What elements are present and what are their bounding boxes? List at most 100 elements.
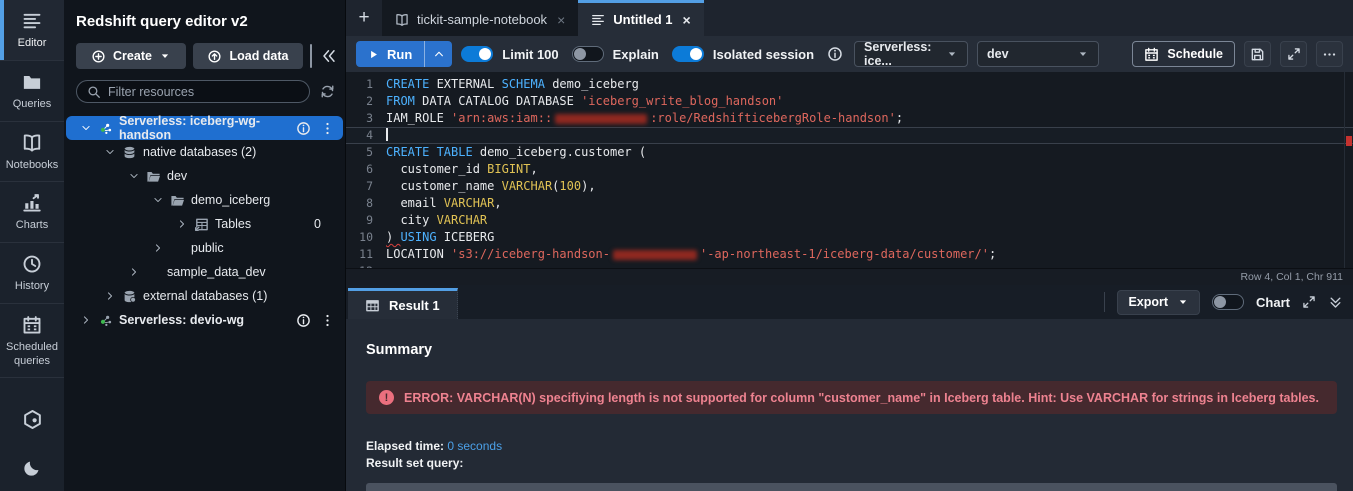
tree-row-serverless-devio-wg[interactable]: Serverless: devio-wg [66, 308, 343, 332]
tree-row-demo-iceberg[interactable]: demo_iceberg [66, 188, 343, 212]
tree-row-dev[interactable]: dev [66, 164, 343, 188]
database-select[interactable]: dev [977, 41, 1100, 67]
chevron-down-icon[interactable] [152, 195, 164, 205]
tree-row-native-databases-2-[interactable]: native databases (2) [66, 140, 343, 164]
chevron-right-icon[interactable] [152, 243, 164, 253]
code-text: IAM_ROLE 'arn:aws:iam:::role/Redshiftice… [386, 111, 904, 125]
resource-sidebar: Redshift query editor v2 Create Load dat… [64, 0, 345, 491]
close-icon[interactable]: × [682, 12, 690, 28]
tables-icon [194, 217, 209, 232]
tree-row-public[interactable]: public [66, 236, 343, 260]
editor-statusbar: Row 4, Col 1, Chr 911 [346, 268, 1353, 285]
tree-row-label: Serverless: iceberg-wg-handson [119, 114, 261, 142]
chevron-right-icon[interactable] [128, 267, 140, 277]
info-icon[interactable] [827, 46, 843, 62]
limit-toggle[interactable] [461, 46, 494, 62]
line-number: 5 [366, 145, 373, 159]
text-cursor [386, 128, 388, 141]
info-icon[interactable] [296, 121, 311, 136]
rail-item-queries[interactable]: Queries [0, 61, 64, 122]
divider [310, 44, 312, 68]
code-text: email VARCHAR, [386, 196, 502, 210]
rail-item-history[interactable]: History [0, 243, 64, 304]
tree-row-label: external databases (1) [143, 289, 268, 303]
info-icon[interactable] [296, 313, 311, 328]
close-icon[interactable]: × [557, 12, 565, 28]
elapsed-time-link[interactable]: 0 seconds [447, 439, 502, 453]
rail-item-label: Editor [17, 37, 47, 49]
hexagon-settings-icon[interactable] [22, 409, 43, 430]
chevron-down-icon[interactable] [104, 147, 116, 157]
save-button[interactable] [1244, 41, 1271, 67]
schedule-button[interactable]: Schedule [1132, 41, 1235, 67]
chevron-right-icon[interactable] [104, 291, 116, 301]
chevron-down-icon[interactable] [128, 171, 140, 181]
export-button-label: Export [1128, 295, 1169, 309]
fullscreen-button[interactable] [1280, 41, 1307, 67]
isolated-session-toggle[interactable] [671, 46, 704, 62]
result-tab[interactable]: Result 1 [348, 288, 458, 319]
calendar-icon [22, 315, 42, 335]
workgroup-select-value: Serverless: ice... [864, 40, 932, 68]
line-number: 2 [366, 94, 373, 108]
rail-item-charts[interactable]: Charts [0, 182, 64, 243]
rail-item-label: Notebooks [5, 158, 59, 171]
code-text: FROM DATA CATALOG DATABASE 'iceberg_writ… [386, 94, 784, 108]
tree-row-sample-data-dev[interactable]: sample_data_dev [66, 260, 343, 284]
code-line-10: 10) USING ICEBERG [346, 229, 1353, 246]
chevron-down-icon[interactable] [80, 123, 92, 133]
create-button[interactable]: Create [76, 43, 186, 69]
plus-circle-icon [91, 49, 106, 64]
chevron-right-icon[interactable] [80, 315, 92, 325]
rail-item-notebooks[interactable]: Notebooks [0, 122, 64, 183]
load-data-button[interactable]: Load data [193, 43, 303, 69]
error-message: ERROR: VARCHAR(N) specifiying length is … [404, 390, 1319, 405]
save-icon [1250, 47, 1265, 62]
tab-untitled-1[interactable]: Untitled 1 × [578, 0, 704, 36]
folder-open-icon [146, 169, 161, 184]
kebab-icon[interactable] [320, 313, 335, 328]
workgroup-select[interactable]: Serverless: ice... [854, 40, 969, 68]
result-set-query-row: Result set query: [366, 456, 1337, 470]
align-left-icon [591, 13, 605, 27]
new-tab-button[interactable]: + [346, 0, 382, 36]
folder-icon [170, 241, 185, 256]
divider [1104, 292, 1106, 312]
search-input[interactable] [108, 84, 299, 99]
tree-row-label: demo_iceberg [191, 193, 271, 207]
chart-toggle[interactable] [1212, 294, 1245, 310]
line-number: 1 [366, 77, 373, 91]
explain-toggle-label: Explain [612, 46, 659, 62]
run-button[interactable]: Run [356, 41, 453, 67]
rail-item-scheduled-queries[interactable]: Scheduled queries [0, 304, 64, 379]
tree-row-serverless-iceberg-wg-handson[interactable]: Serverless: iceberg-wg-handson [66, 114, 343, 142]
tab-tickit-sample-notebook[interactable]: tickit-sample-notebook × [382, 0, 579, 36]
caret-down-icon [1077, 48, 1089, 60]
rail-item-editor[interactable]: Editor [0, 0, 64, 61]
collapse-results-icon[interactable] [1328, 295, 1343, 310]
chevron-right-icon[interactable] [176, 219, 188, 229]
filter-resources-input[interactable] [76, 80, 310, 103]
result-set-query-scrollbar[interactable] [366, 483, 1337, 491]
error-banner: ! ERROR: VARCHAR(N) specifiying length i… [366, 381, 1337, 414]
tree-row-external-databases-1-[interactable]: external databases (1) [66, 284, 343, 308]
line-number: 4 [366, 128, 373, 142]
collapse-sidebar-icon[interactable] [319, 46, 339, 66]
elapsed-time-row: Elapsed time: 0 seconds [366, 439, 1337, 453]
line-number: 9 [366, 213, 373, 227]
export-button[interactable]: Export [1117, 289, 1201, 315]
refresh-icon[interactable] [318, 82, 337, 101]
results-header: Result 1 Export Chart [346, 285, 1353, 319]
tree-row-tables[interactable]: Tables 0 [66, 212, 343, 236]
moon-icon[interactable] [23, 458, 42, 477]
kebab-icon[interactable] [320, 121, 335, 136]
more-actions-button[interactable] [1316, 41, 1343, 67]
expand-results-icon[interactable] [1302, 295, 1316, 309]
result-set-query-label: Result set query: [366, 456, 464, 470]
limit-toggle-label: Limit 100 [502, 46, 559, 62]
database-select-value: dev [987, 47, 1009, 61]
explain-toggle[interactable] [571, 46, 604, 62]
sql-editor[interactable]: 1 CREATE EXTERNAL SCHEMA demo_iceberg 2 FRO… [346, 72, 1353, 268]
scrollbar-gutter[interactable] [1344, 72, 1345, 268]
run-options-caret[interactable] [425, 41, 452, 67]
